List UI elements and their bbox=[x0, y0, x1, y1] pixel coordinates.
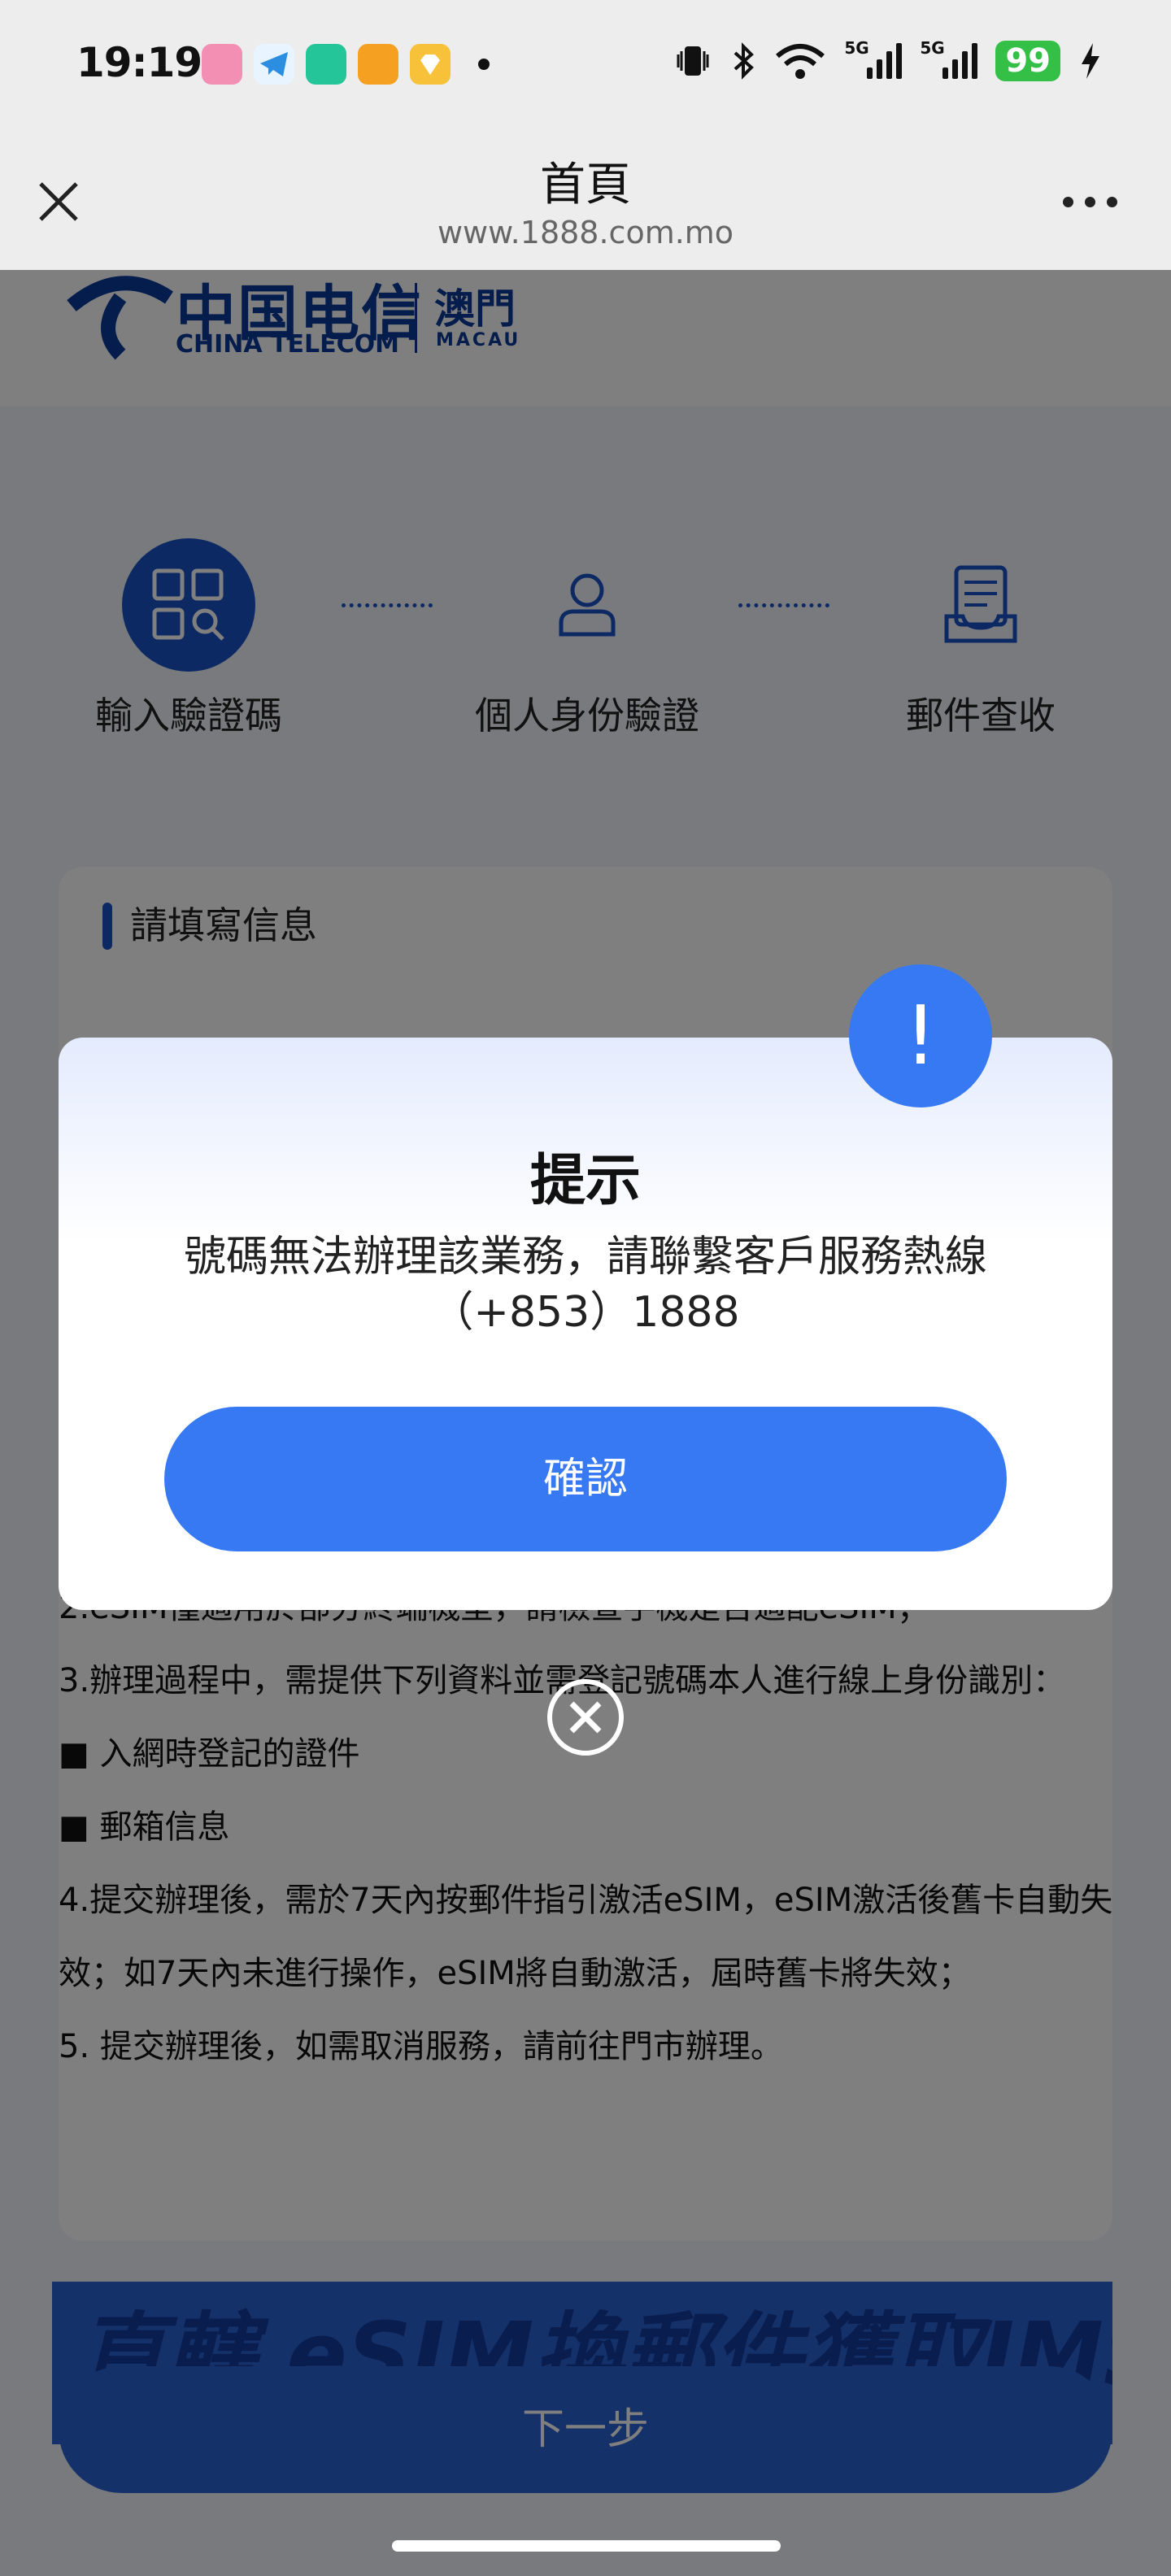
home-indicator[interactable] bbox=[392, 2540, 781, 2552]
diamond-app-icon bbox=[410, 44, 451, 85]
mi-home-icon bbox=[306, 44, 346, 85]
page-url: www.1888.com.mo bbox=[437, 215, 734, 250]
page-title: 首頁 bbox=[540, 159, 631, 211]
system-indicators: 5G 5G 99 bbox=[673, 38, 1103, 81]
charging-icon bbox=[1082, 43, 1099, 79]
bilibili-icon bbox=[202, 44, 242, 85]
telegram-icon bbox=[254, 44, 294, 85]
cellular-signal-1: 5G bbox=[844, 38, 903, 79]
exclamation-icon: ! bbox=[849, 964, 992, 1107]
dialog-message: 號碼無法辦理該業務，請聯繫客戶服務熱線（+853）1888 bbox=[183, 1233, 987, 1337]
dialog-close-icon[interactable] bbox=[545, 1677, 626, 1758]
browser-nav-bar: 首頁 www.1888.com.mo bbox=[0, 130, 1171, 270]
cellular-signal-2: 5G bbox=[920, 38, 978, 79]
confirm-button[interactable]: 確認 bbox=[164, 1407, 1007, 1551]
bluetooth-icon bbox=[734, 42, 755, 80]
more-notifications-dot bbox=[478, 59, 490, 70]
alert-dialog: 提示 號碼無法辦理該業務，請聯繫客戶服務熱線（+853）1888 確認 bbox=[59, 1038, 1112, 1610]
wifi-icon bbox=[776, 44, 825, 79]
battery-level: 99 bbox=[995, 41, 1060, 81]
shop-app-icon bbox=[358, 44, 398, 85]
vibrate-icon bbox=[677, 46, 709, 76]
more-options-icon[interactable] bbox=[1063, 197, 1117, 207]
status-time: 19:19 bbox=[76, 39, 202, 86]
notification-icons bbox=[202, 44, 490, 85]
status-bar: 19:19 5G 5G 99 bbox=[0, 0, 1171, 130]
dialog-title: 提示 bbox=[529, 1149, 641, 1213]
